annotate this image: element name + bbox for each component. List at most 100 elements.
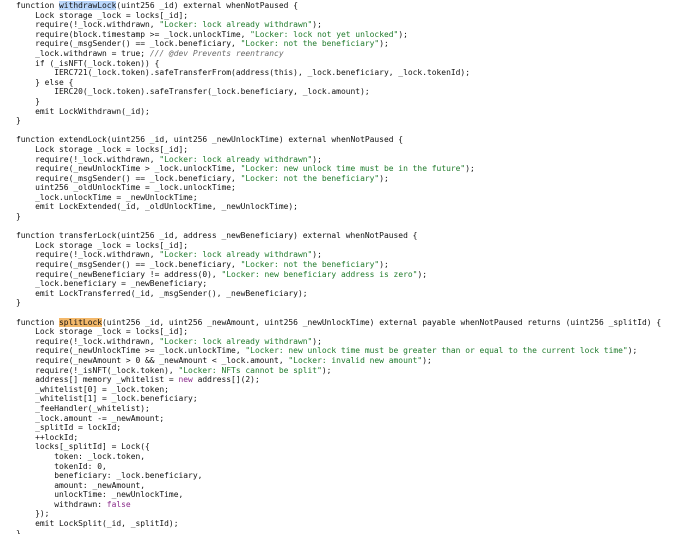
- code-token: function extendLock(uint256 _id, uint256…: [16, 135, 404, 145]
- code-comment: /// @dev Prevents reentrancy: [149, 48, 284, 58]
- code-token: } else {: [16, 77, 74, 87]
- string-literal: "Locker: not the beneficiary": [240, 39, 380, 49]
- code-token: emit LockExtended(_id, _oldUnlockTime, _…: [16, 202, 298, 212]
- code-line: });: [16, 509, 661, 519]
- code-token: tokenId: 0,: [16, 461, 107, 471]
- code-token: );: [398, 29, 408, 39]
- code-line: require(_newUnlockTime > _lock.unlockTim…: [16, 164, 661, 174]
- code-line: function withdrawLock(uint256 _id) exter…: [16, 1, 661, 11]
- code-token: );: [312, 154, 322, 164]
- code-token: require(_newBeneficiary != address(0),: [16, 269, 222, 279]
- code-token: );: [312, 250, 322, 260]
- code-line: emit LockTransferred(_id, _msgSender(), …: [16, 289, 661, 299]
- string-literal: "Locker: new unlock time must be in the …: [240, 164, 466, 174]
- code-token: Lock storage _lock = locks[_id];: [16, 240, 189, 250]
- code-line: ++lockId;: [16, 433, 661, 443]
- code-line: require(_msgSender() == _lock.beneficiar…: [16, 260, 661, 270]
- code-token: _lock.withdrawn = true;: [16, 48, 150, 58]
- code-line: _lock.unlockTime = _newUnlockTime;: [16, 193, 661, 203]
- code-line: }: [16, 97, 661, 107]
- code-line: function transferLock(uint256 _id, addre…: [16, 231, 661, 241]
- code-line: Lock storage _lock = locks[_id];: [16, 11, 661, 21]
- code-token: }: [16, 96, 40, 106]
- code-line: require(_msgSender() == _lock.beneficiar…: [16, 174, 661, 184]
- code-line: Lock storage _lock = locks[_id];: [16, 327, 661, 337]
- code-token: Lock storage _lock = locks[_id];: [16, 327, 189, 337]
- keyword-literal: new: [178, 375, 193, 385]
- code-line: _lock.withdrawn = true; /// @dev Prevent…: [16, 49, 661, 59]
- code-line: }: [16, 529, 661, 534]
- code-token: );: [312, 20, 322, 30]
- code-line: emit LockSplit(_id, _splitId);: [16, 519, 661, 529]
- code-line: Lock storage _lock = locks[_id];: [16, 145, 661, 155]
- code-token: token: _lock.token,: [16, 451, 146, 461]
- code-token: require(!_lock.withdrawn,: [16, 336, 160, 346]
- code-token: Lock storage _lock = locks[_id];: [16, 10, 189, 20]
- code-token: uint256 _oldUnlockTime = _lock.unlockTim…: [16, 183, 236, 193]
- code-line: function splitLock(uint256 _id, uint256 …: [16, 317, 662, 328]
- string-literal: "Locker: invalid new amount": [288, 355, 423, 365]
- code-token: require(_msgSender() == _lock.beneficiar…: [16, 260, 241, 270]
- code-token: }: [16, 212, 21, 222]
- code-token: emit LockWithdrawn(_id);: [16, 106, 150, 116]
- code-line: function extendLock(uint256 _id, uint256…: [16, 135, 661, 145]
- code-line: IERC20(_lock.token).safeTransfer(_lock.b…: [16, 87, 661, 97]
- string-literal: "Locker: not the beneficiary": [240, 260, 380, 270]
- code-line: token: _lock.token,: [16, 452, 661, 462]
- code-line: _lock.amount -= _newAmount;: [16, 414, 661, 424]
- code-line: withdrawn: false: [16, 500, 661, 510]
- string-literal: "Locker: new beneficiary address is zero…: [221, 269, 418, 279]
- code-token: });: [16, 509, 50, 519]
- code-line: require(_newUnlockTime >= _lock.unlockTi…: [16, 346, 661, 356]
- code-line: if (_isNFT(_lock.token)) {: [16, 59, 661, 69]
- code-line: amount: _newAmount,: [16, 481, 661, 491]
- code-line: IERC721(_lock.token).safeTransferFrom(ad…: [16, 68, 661, 78]
- string-literal: "Locker: lock already withdrawn": [159, 336, 313, 346]
- code-token: _lock.amount -= _newAmount;: [16, 413, 165, 423]
- code-line: }: [16, 298, 661, 308]
- code-viewer: function withdrawLock(uint256 _id) exter…: [0, 0, 680, 534]
- code-line: emit LockWithdrawn(_id);: [16, 107, 661, 117]
- string-literal: "Locker: lock already withdrawn": [159, 250, 313, 260]
- code-token: function: [16, 1, 60, 10]
- code-line: _splitId = lockId;: [16, 423, 661, 433]
- code-line: require(!_lock.withdrawn, "Locker: lock …: [16, 250, 661, 260]
- keyword-literal: false: [106, 499, 131, 509]
- code-token: require(_newUnlockTime > _lock.unlockTim…: [16, 164, 241, 174]
- code-token: _lock.beneficiary = _newBeneficiary;: [16, 279, 208, 289]
- code-line: require(!_lock.withdrawn, "Locker: lock …: [16, 20, 661, 30]
- code-token: (uint256 _id, uint256 _newAmount, uint25…: [102, 317, 662, 327]
- code-token: );: [417, 269, 427, 279]
- string-literal: "Locker: new unlock time must be greater…: [245, 346, 628, 356]
- code-token: beneficiary: _lock.beneficiary,: [16, 471, 203, 481]
- code-line: _whitelist[1] = _lock.beneficiary;: [16, 394, 661, 404]
- code-token: address[](2);: [192, 375, 260, 385]
- code-token: withdrawn:: [16, 499, 107, 509]
- code-token: unlockTime: _newUnlockTime,: [16, 490, 184, 500]
- code-token: }: [16, 298, 21, 308]
- code-line: } else {: [16, 78, 661, 88]
- code-token: );: [379, 260, 389, 270]
- code-line: }: [16, 212, 661, 222]
- code-block: function withdrawLock(uint256 _id) exter…: [16, 1, 661, 534]
- code-token: _splitId = lockId;: [16, 423, 122, 433]
- code-line: beneficiary: _lock.beneficiary,: [16, 471, 661, 481]
- code-token: Lock storage _lock = locks[_id];: [16, 144, 189, 154]
- code-line: _feeHandler(_whitelist);: [16, 404, 661, 414]
- code-line: address[] memory _whitelist = new addres…: [16, 375, 661, 385]
- code-token: ++lockId;: [16, 432, 79, 442]
- code-line: require(block.timestamp >= _lock.unlockT…: [16, 30, 661, 40]
- code-token: (uint256 _id) external whenNotPaused {: [116, 1, 298, 10]
- code-token: }: [16, 528, 21, 534]
- code-token: address[] memory _whitelist =: [16, 375, 179, 385]
- code-line: require(_newAmount > 0 && _newAmount < _…: [16, 356, 661, 366]
- code-token: amount: _newAmount,: [16, 480, 146, 490]
- code-token: );: [379, 39, 389, 49]
- code-token: require(!_lock.withdrawn,: [16, 250, 160, 260]
- code-token: );: [465, 164, 475, 174]
- code-token: );: [627, 346, 638, 356]
- code-line: _whitelist[0] = _lock.token;: [16, 385, 661, 395]
- code-line: }: [16, 116, 661, 126]
